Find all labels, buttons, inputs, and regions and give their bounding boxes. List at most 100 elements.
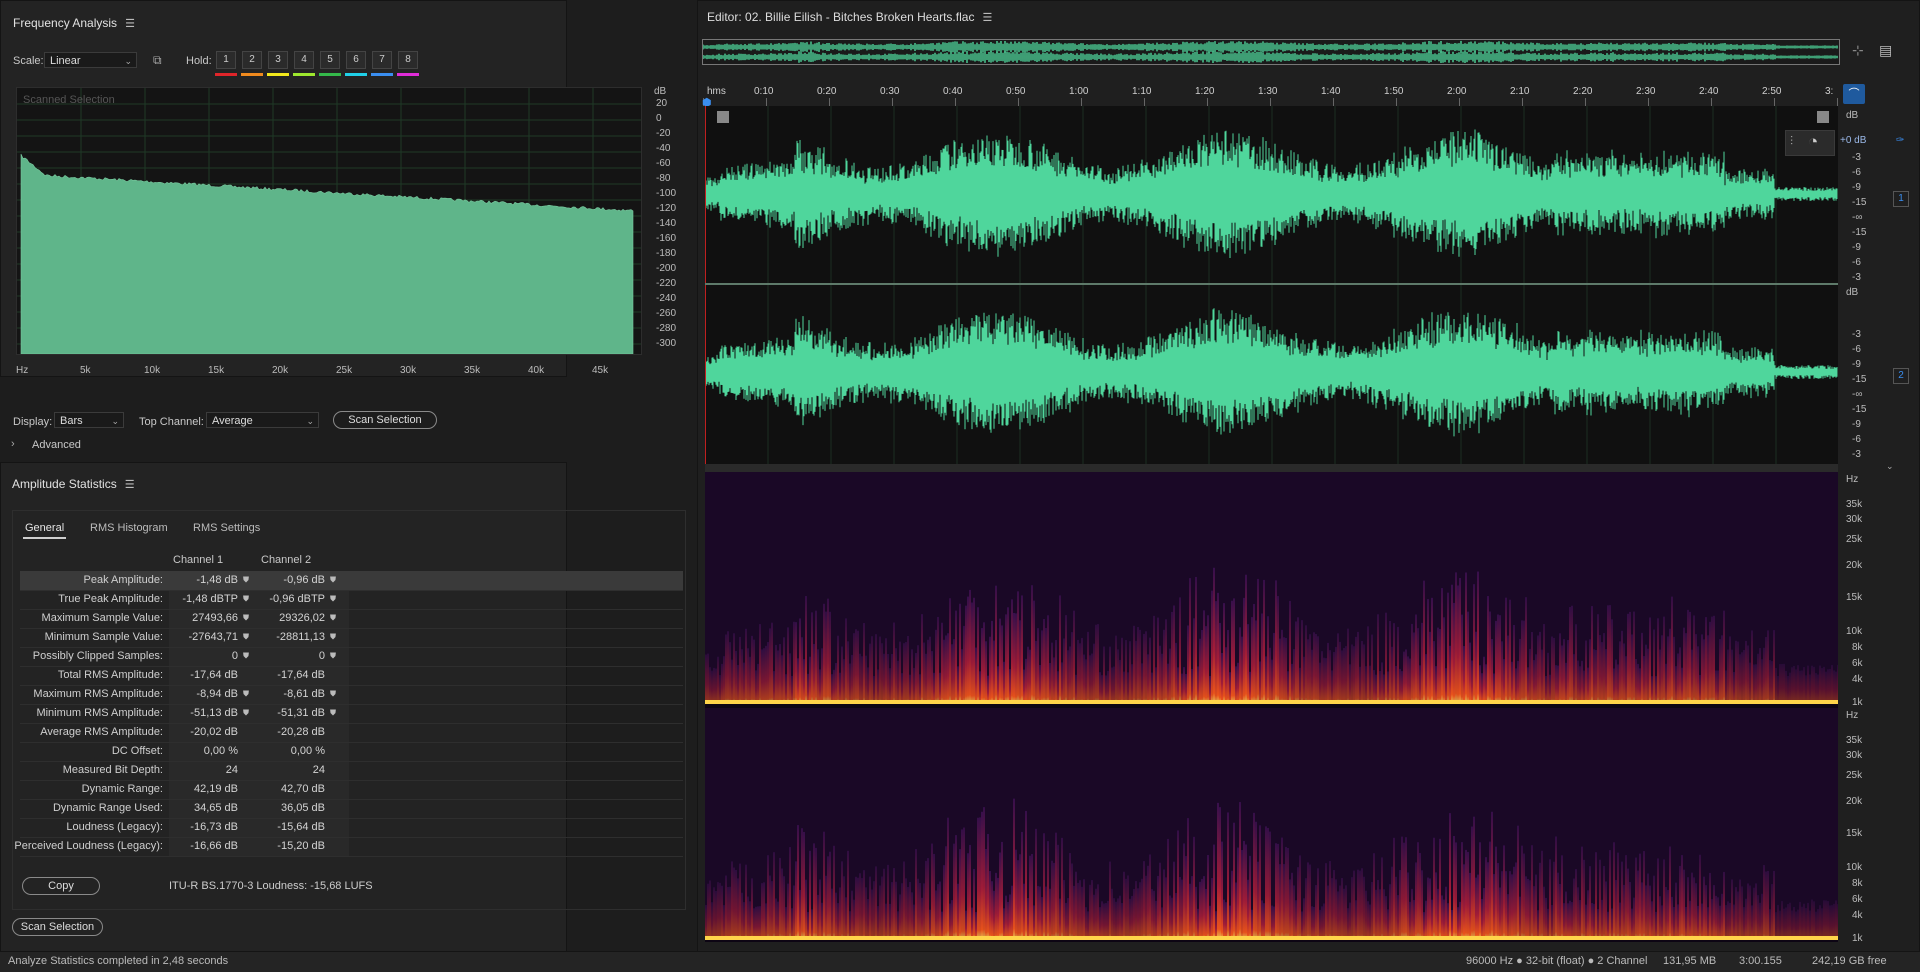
spectrogram-column [1263,579,1265,704]
scan-selection-button-bottom[interactable]: Scan Selection [12,918,103,936]
view-splitter[interactable] [705,464,1838,472]
spectrogram-column [1065,902,1067,940]
advanced-toggle[interactable]: Advanced [32,439,81,451]
spectrogram-column [1371,634,1373,704]
go-to-marker-icon[interactable]: ⛊ [330,651,336,661]
scan-selection-button[interactable]: Scan Selection [333,411,437,429]
stats-row[interactable]: DC Offset: 0,00 % 0,00 % [20,742,683,762]
view-toggle-icon[interactable]: ▤ [1879,42,1892,59]
go-to-marker-icon[interactable]: ⛊ [330,708,336,718]
go-to-marker-icon[interactable]: ⛊ [243,632,249,642]
fade-in-handle-icon[interactable] [717,111,729,123]
stats-row[interactable]: Dynamic Range: 42,19 dB 42,70 dB [20,780,683,800]
go-to-marker-icon[interactable]: ⛊ [330,613,336,623]
spectrogram-column [1773,630,1775,704]
time-ruler[interactable]: hms 0:10 0:20 0:30 0:40 0:50 1:00 1:10 1:20 1:30 1… [703,84,1840,106]
spectrogram-column [1363,644,1365,704]
stats-row[interactable]: Minimum Sample Value: -27643,71 -28811,13 ⛊… [20,628,683,648]
spectrogram-column [1513,866,1515,940]
stats-row[interactable]: Measured Bit Depth: 24 24 [20,761,683,781]
stats-row[interactable]: Loudness (Legacy): -16,73 dB -15,64 dB [20,818,683,838]
spectrogram-column [1029,855,1031,940]
stats-row[interactable]: Maximum Sample Value: 27493,66 29326,02 ⛊ ⛊ [20,609,683,629]
spectrogram-column [1367,901,1369,940]
stat-value-channel-1: 24 [225,764,238,776]
panel-menu-icon[interactable]: ☰ [125,17,135,30]
spectrogram-column [1451,584,1453,704]
spectrogram-column [1139,629,1141,704]
stats-row[interactable]: Dynamic Range Used: 34,65 dB 36,05 dB [20,799,683,819]
top-channel-dropdown[interactable]: Average ⌄ [206,412,319,428]
spectrogram-column [1397,895,1399,940]
go-to-marker-icon[interactable]: ⛊ [243,708,249,718]
stats-row[interactable]: Average RMS Amplitude: -20,02 dB -20,28 dB [20,723,683,743]
amplitude-statistics-title: Amplitude Statistics [12,477,117,491]
go-to-marker-icon[interactable]: ⛊ [243,613,249,623]
go-to-marker-icon[interactable]: ⛊ [330,689,336,699]
stats-row[interactable]: Minimum RMS Amplitude: -51,13 dB -51,31 dB… [20,704,683,724]
spectrogram-column [1485,857,1487,940]
stats-row[interactable]: Perceived Loudness (Legacy): -16,66 dB -15… [14,837,683,857]
hold-button-8[interactable]: 8 [398,51,418,69]
go-to-marker-icon[interactable]: ⛊ [243,651,249,661]
go-to-marker-icon[interactable]: ⛊ [243,689,249,699]
panel-menu-icon[interactable]: ☰ [982,11,992,24]
hold-button-5[interactable]: 5 [320,51,340,69]
spectrogram-column [1577,660,1579,704]
hold-button-1[interactable]: 1 [216,51,236,69]
spectrogram-column [1405,649,1407,704]
overview-waveform[interactable] [702,39,1840,65]
spectrogram-column [1725,670,1727,704]
go-to-marker-icon[interactable]: ⛊ [330,575,336,585]
copy-to-clipboard-icon[interactable]: ⧉ [153,53,162,68]
tab-general[interactable]: General [25,522,64,534]
spectrogram-column [1293,649,1295,704]
stats-row[interactable]: True Peak Amplitude: -1,48 dBTP -0,96 dBTP… [20,590,683,610]
headphones-icon[interactable]: ⌒ [1843,84,1865,104]
go-to-marker-icon[interactable]: ⛊ [243,594,249,604]
stats-row[interactable]: Possibly Clipped Samples: 0 0 ⛊ ⛊ [20,647,683,667]
spectrogram-low-band [705,936,1838,940]
copy-button[interactable]: Copy [22,877,100,895]
go-to-marker-icon[interactable]: ⛊ [330,594,336,604]
stat-value-channel-1: 0,00 % [203,745,238,757]
stats-row[interactable]: Peak Amplitude: -1,48 dB -0,96 dB ⛊ ⛊ [20,571,683,591]
hold-button-2[interactable]: 2 [242,51,262,69]
spectrogram-column [895,881,897,940]
spectrogram-column [1155,667,1157,704]
chevron-right-icon[interactable]: › [11,438,15,450]
panel-menu-icon[interactable]: ☰ [125,478,135,491]
zoom-icon[interactable]: ⊹ [1852,42,1864,59]
spectrogram-column [991,881,993,940]
display-dropdown[interactable]: Bars ⌄ [54,412,124,428]
stats-row[interactable]: Maximum RMS Amplitude: -8,94 dB -8,61 dB ⛊ ⛊ [20,685,683,705]
spectral-frequency-display[interactable] [705,472,1838,942]
chevron-down-icon[interactable]: ⌄ [1886,461,1894,472]
scale-dropdown[interactable]: Linear ⌄ [44,52,137,68]
hold-button-6[interactable]: 6 [346,51,366,69]
hold-button-7[interactable]: 7 [372,51,392,69]
waveform-display[interactable] [705,106,1838,464]
spectrogram-column [1111,667,1113,704]
spectrogram-column [935,629,937,704]
spectrogram-column [1769,660,1771,704]
spectrogram-column [1437,888,1439,940]
db-tick-label: -280 [656,323,677,334]
fade-out-handle-icon[interactable] [1817,111,1829,123]
volume-knob-hud[interactable]: ⫶ ◔ [1785,130,1835,156]
spectrogram-column [1027,646,1029,704]
go-to-marker-icon[interactable]: ⛊ [330,632,336,642]
hold-button-4[interactable]: 4 [294,51,314,69]
spectrogram-column [727,887,729,940]
channel-1-enable-button[interactable]: 1 [1893,191,1909,207]
stats-row[interactable]: Total RMS Amplitude: -17,64 dB -17,64 dB [20,666,683,686]
tab-rms-histogram[interactable]: RMS Histogram [90,522,168,534]
lufs-readout: ITU-R BS.1770-3 Loudness: -15,68 LUFS [169,880,373,892]
channel-2-enable-button[interactable]: 2 [1893,368,1909,384]
go-to-marker-icon[interactable]: ⛊ [243,575,249,585]
spectrogram-column [1293,885,1295,940]
spectrogram-column [1155,900,1157,940]
tab-rms-settings[interactable]: RMS Settings [193,522,260,534]
hold-button-3[interactable]: 3 [268,51,288,69]
volume-knob-icon[interactable]: ◔ [1808,132,1818,152]
